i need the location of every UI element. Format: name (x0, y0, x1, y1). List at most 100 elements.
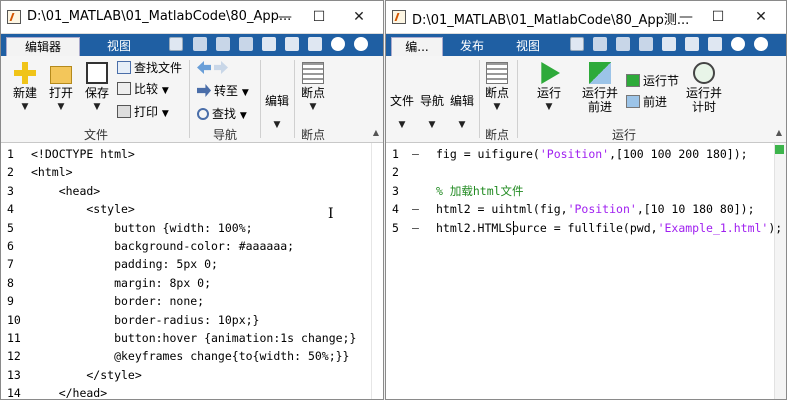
edit-button[interactable]: 编辑 ▼ (448, 92, 476, 130)
back-arrow-icon[interactable] (197, 61, 211, 74)
title-bar[interactable]: D:\01_MATLAB\01_MatlabCode\80_App测... — … (386, 1, 786, 34)
run-section-button[interactable]: 运行节 (626, 73, 679, 90)
collapse-ribbon-icon[interactable]: ▲ (373, 128, 379, 137)
code-line[interactable]: 3 % 加载html文件 (386, 182, 786, 200)
find-button[interactable]: 查找 ▼ (197, 106, 247, 123)
compare-button[interactable]: 比较 ▼ (117, 81, 169, 98)
tab-editor[interactable]: 编辑器 (6, 37, 80, 56)
find-files-button[interactable]: 查找文件 (117, 60, 182, 77)
printer-icon (117, 105, 131, 118)
undo-icon[interactable] (262, 37, 276, 51)
menu-dropdown-icon[interactable] (754, 37, 768, 51)
code-line[interactable]: 1 — fig = uifigure('Position',[100 100 200… (386, 145, 786, 163)
run-and-advance-button[interactable]: 运行并 前进 (580, 62, 620, 114)
undo-icon[interactable] (662, 37, 676, 51)
print-button[interactable]: 打印 ▼ (117, 104, 169, 121)
switch-windows-icon[interactable] (708, 37, 722, 51)
run-section-icon (626, 74, 640, 87)
new-button[interactable]: 新建 ▼ (9, 62, 41, 112)
code-token: fig = uifigure( (436, 147, 540, 161)
redo-icon[interactable] (285, 37, 299, 51)
open-button[interactable]: 打开 ▼ (45, 62, 77, 112)
tab-editor[interactable]: 编... (391, 37, 443, 56)
forward-arrow-icon[interactable] (214, 61, 228, 74)
code-text: button:hover {animation:1s change;} (31, 331, 357, 345)
copy-icon[interactable] (216, 37, 230, 51)
save-button[interactable]: 保存 ▼ (81, 62, 113, 112)
cut-icon[interactable] (593, 37, 607, 51)
chevron-down-icon: ▼ (428, 120, 436, 130)
breakpoints-button[interactable]: 断点 ▼ (297, 62, 329, 112)
code-editor[interactable]: 1 — fig = uifigure('Position',[100 100 200… (386, 143, 786, 399)
code-line[interactable]: 4 — html2 = uihtml(fig,'Position',[10 10 1… (386, 200, 786, 218)
code-line[interactable]: 1 <!DOCTYPE html> (1, 145, 383, 163)
code-text: background-color: #aaaaaa; (31, 239, 295, 253)
code-editor[interactable]: 1 <!DOCTYPE html> 2 <html> 3 <head> 4 <style>… (1, 143, 383, 399)
code-line[interactable]: 4 <style> (1, 200, 383, 218)
code-line[interactable]: 7 padding: 5px 0; (1, 255, 383, 273)
code-token: ,[100 100 200 180]); (609, 147, 748, 161)
code-line[interactable]: 9 border: none; (1, 292, 383, 310)
close-button[interactable]: ✕ (345, 5, 373, 29)
code-line[interactable]: 8 margin: 8px 0; (1, 274, 383, 292)
code-line[interactable]: 5 button {width: 100%; (1, 219, 383, 237)
code-line[interactable]: 2 <html> (1, 163, 383, 181)
line-marker[interactable]: — (412, 145, 419, 163)
code-token: ,[10 10 180 80]); (636, 202, 755, 217)
code-text: button {width: 100%; (31, 220, 253, 235)
switch-windows-icon[interactable] (308, 37, 322, 51)
save-icon[interactable] (570, 37, 584, 51)
breakpoints-button[interactable]: 断点 ▼ (481, 62, 513, 112)
code-line[interactable]: 13 </style> (1, 366, 383, 384)
goto-button[interactable]: 转至 ▼ (197, 83, 249, 100)
redo-icon[interactable] (685, 37, 699, 51)
navigate-button[interactable]: 导航 ▼ (418, 92, 446, 130)
code-line[interactable]: 6 background-color: #aaaaaa; (1, 237, 383, 255)
save-icon[interactable] (169, 37, 183, 51)
ribbon: 文件 ▼ 导航 ▼ 编辑 ▼ 断点 ▼ 运行 ▼ 运行并 前进 运行节 前进 运… (386, 56, 786, 143)
file-button[interactable]: 文件 ▼ (388, 92, 416, 130)
close-button[interactable]: ✕ (747, 5, 775, 29)
minimize-button[interactable]: — (672, 5, 700, 29)
code-line[interactable]: 11 button:hover {animation:1s change;} (1, 329, 383, 347)
maximize-button[interactable]: ☐ (704, 5, 732, 29)
tab-view[interactable]: 视图 (506, 37, 550, 56)
run-button[interactable]: 运行 ▼ (532, 62, 566, 112)
code-token: html2.HTMLSource = fullfile(pwd, (436, 220, 658, 235)
menu-dropdown-icon[interactable] (354, 37, 368, 51)
paste-icon[interactable] (639, 37, 653, 51)
collapse-ribbon-icon[interactable]: ▲ (776, 128, 782, 137)
help-icon[interactable] (731, 37, 745, 51)
tab-view[interactable]: 视图 (91, 37, 147, 56)
cut-icon[interactable] (193, 37, 207, 51)
maximize-button[interactable]: ☐ (305, 5, 333, 29)
back-forward-buttons[interactable] (197, 60, 231, 77)
tab-publish[interactable]: 发布 (450, 37, 494, 56)
line-number: 4 (392, 202, 399, 217)
line-number: 5 (392, 220, 399, 235)
title-bar[interactable]: D:\01_MATLAB\01_MatlabCode\80_App... — ☐… (1, 1, 383, 34)
edit-button[interactable]: 编辑 ▼ (263, 92, 291, 130)
line-number: 3 (7, 183, 14, 198)
goto-arrow-icon (197, 84, 211, 97)
code-text: fig = uifigure('Position',[100 100 200 1… (436, 145, 748, 163)
code-line[interactable]: 3 <head> (1, 182, 383, 200)
line-number: 1 (392, 147, 399, 161)
code-line[interactable]: 2 (386, 163, 786, 181)
line-marker[interactable]: — (412, 219, 419, 237)
advance-button[interactable]: 前进 (626, 94, 667, 111)
copy-icon[interactable] (616, 37, 630, 51)
code-line[interactable]: 14 </head> (1, 384, 383, 399)
help-icon[interactable] (331, 37, 345, 51)
code-line[interactable]: 10 border-radius: 10px;} (1, 311, 383, 329)
minimize-button[interactable]: — (271, 5, 299, 29)
code-text: margin: 8px 0; (31, 275, 212, 290)
text-caret (513, 220, 514, 235)
run-and-advance-icon (589, 62, 611, 84)
code-line[interactable]: 5 — html2.HTMLSource = fullfile(pwd,'Examp… (386, 219, 786, 237)
paste-icon[interactable] (239, 37, 253, 51)
code-line[interactable]: 12 @keyframes change{to{width: 50%;}} (1, 347, 383, 365)
run-and-time-button[interactable]: 运行并 计时 (684, 62, 724, 114)
line-marker[interactable]: — (412, 200, 419, 218)
group-label-breakpoints: 断点 (484, 128, 509, 142)
